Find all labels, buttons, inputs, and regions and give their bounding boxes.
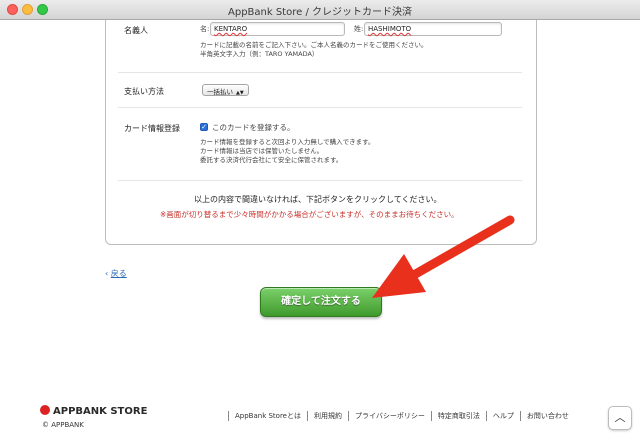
apple-logo-icon (40, 405, 50, 415)
confirm-instruction: 以上の内容で間違いなければ、下記ボタンをクリックしてください。 (194, 195, 442, 204)
last-name-input[interactable]: HASHIMOTO (364, 22, 502, 36)
payment-method-label: 支払い方法 (124, 87, 164, 96)
copyright: © APPBANK (42, 421, 84, 429)
window-title: AppBank Store / クレジットカード決済 (228, 7, 412, 18)
footer-link-contact[interactable]: お問い合わせ (519, 411, 575, 421)
register-card-checkbox[interactable]: ✓ (200, 123, 208, 131)
chevron-up-icon: ︿ (614, 411, 626, 424)
first-name-prefix: 名: (200, 25, 210, 33)
footer-links: AppBank Storeとは 利用規約 プライバシーポリシー 特定商取引法 ヘ… (228, 411, 575, 421)
confirm-order-button[interactable]: 確定して注文する (260, 287, 382, 317)
first-name-input[interactable]: KENTARO (210, 22, 345, 36)
register-card-checkbox-label: このカードを登録する。 (212, 123, 295, 132)
scroll-to-top-button[interactable]: ︿ (608, 406, 632, 430)
footer-link-commerce-law[interactable]: 特定商取引法 (430, 411, 486, 421)
footer-link-about[interactable]: AppBank Storeとは (228, 411, 307, 421)
footer-link-help[interactable]: ヘルプ (485, 411, 520, 421)
select-arrows-icon: ▲▼ (236, 90, 244, 96)
chevron-left-icon: ‹ (105, 269, 109, 278)
name-help-text-2: 半角英文字入力（例：TARO YAMADA） (200, 50, 319, 58)
wait-warning: ※画面が切り替るまで少々時間がかかる場合がございますが、そのままお待ちください。 (160, 210, 459, 219)
footer-link-terms[interactable]: 利用規約 (306, 411, 348, 421)
name-row-label: 名義人 (124, 26, 148, 35)
row-divider (118, 180, 522, 181)
card-register-label: カード情報登録 (124, 124, 180, 133)
name-help-text-1: カードに記載の名前をご記入下さい。ご本人名義のカードをご使用ください。 (200, 41, 428, 49)
window-titlebar: AppBank Store / クレジットカード決済 (0, 0, 640, 20)
register-help-text-1: カード情報を登録すると次回より入力無しで購入できます。 (200, 138, 375, 146)
footer-link-privacy[interactable]: プライバシーポリシー (347, 411, 431, 421)
last-name-prefix: 姓: (354, 25, 364, 33)
payment-method-select[interactable]: 一括払い ▲▼ (202, 84, 249, 96)
register-help-text-2: カード情報は当店では保管いたしません。 (200, 147, 324, 155)
payment-form-card: 名義人 名: KENTARO 姓: HASHIMOTO カードに記載の名前をご記… (105, 20, 537, 245)
register-help-text-3: 委託する決済代行会社にて安全に保管されます。 (200, 156, 343, 164)
back-link-label: 戻る (110, 269, 127, 278)
appbank-store-logo[interactable]: APPBANK STORE (40, 405, 147, 417)
logo-text: APPBANK STORE (53, 406, 148, 417)
row-divider (118, 107, 522, 108)
row-divider (118, 72, 522, 73)
back-link[interactable]: ‹ 戻る (105, 268, 127, 279)
